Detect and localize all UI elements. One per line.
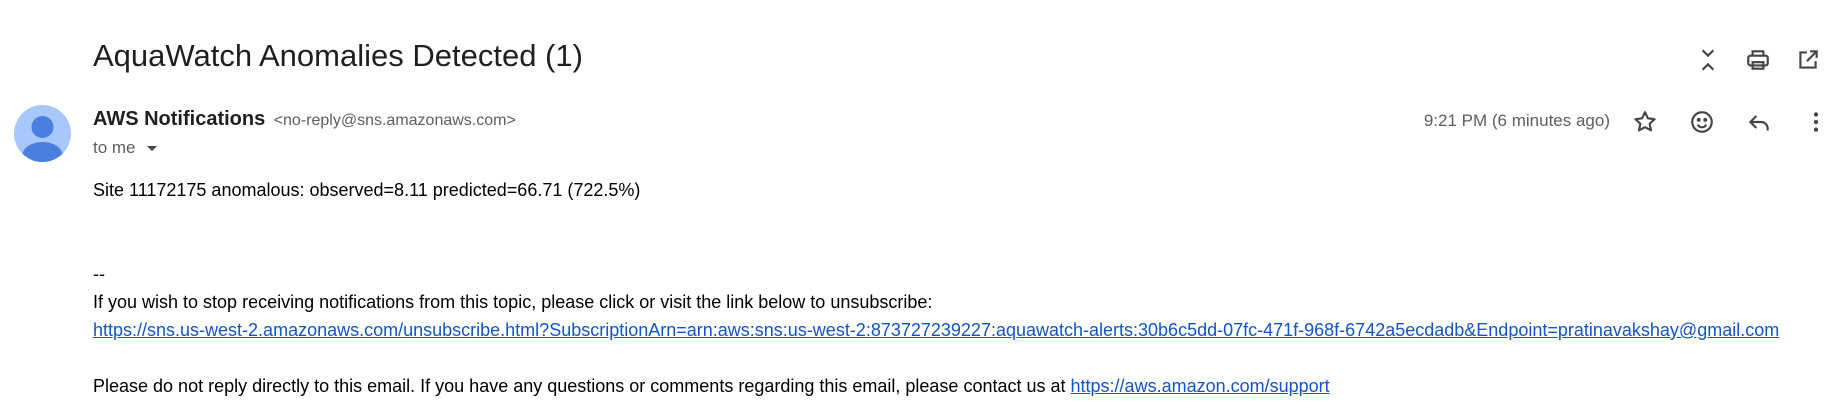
thread-toolbar: [1692, 44, 1824, 76]
email-subject: AquaWatch Anomalies Detected (1): [93, 38, 583, 73]
sender-name[interactable]: AWS Notifications: [93, 108, 265, 130]
chevron-down-icon[interactable]: [144, 140, 160, 156]
open-in-new-window-icon[interactable]: [1792, 44, 1824, 76]
unsubscribe-link[interactable]: https://sns.us-west-2.amazonaws.com/unsu…: [93, 320, 1779, 340]
anomaly-line: Site 11172175 anomalous: observed=8.11 p…: [93, 180, 641, 200]
recipient-line[interactable]: to me: [93, 138, 160, 158]
more-vert-icon[interactable]: [1798, 104, 1834, 140]
contact-text: Please do not reply directly to this ema…: [93, 376, 1066, 396]
sender-email: <no-reply@sns.amazonaws.com>: [273, 112, 516, 129]
timestamp: 9:21 PM (6 minutes ago): [1423, 111, 1610, 130]
unsubscribe-text: If you wish to stop receiving notificati…: [93, 292, 933, 312]
recipient-label: to me: [93, 138, 136, 157]
avatar[interactable]: [14, 105, 71, 162]
email-body: Site 11172175 anomalous: observed=8.11 p…: [93, 176, 1832, 400]
reply-icon[interactable]: [1741, 104, 1777, 140]
contact-line: Please do not reply directly to this ema…: [93, 372, 1832, 400]
print-icon[interactable]: [1742, 44, 1774, 76]
sender-line: AWS Notifications <no-reply@sns.amazonaw…: [93, 108, 516, 131]
message-toolbar: [1627, 104, 1834, 140]
collapse-icon[interactable]: [1692, 44, 1724, 76]
star-icon[interactable]: [1627, 104, 1663, 140]
signature-separator: --: [93, 264, 105, 284]
support-link[interactable]: https://aws.amazon.com/support: [1071, 376, 1330, 396]
emoji-icon[interactable]: [1684, 104, 1720, 140]
